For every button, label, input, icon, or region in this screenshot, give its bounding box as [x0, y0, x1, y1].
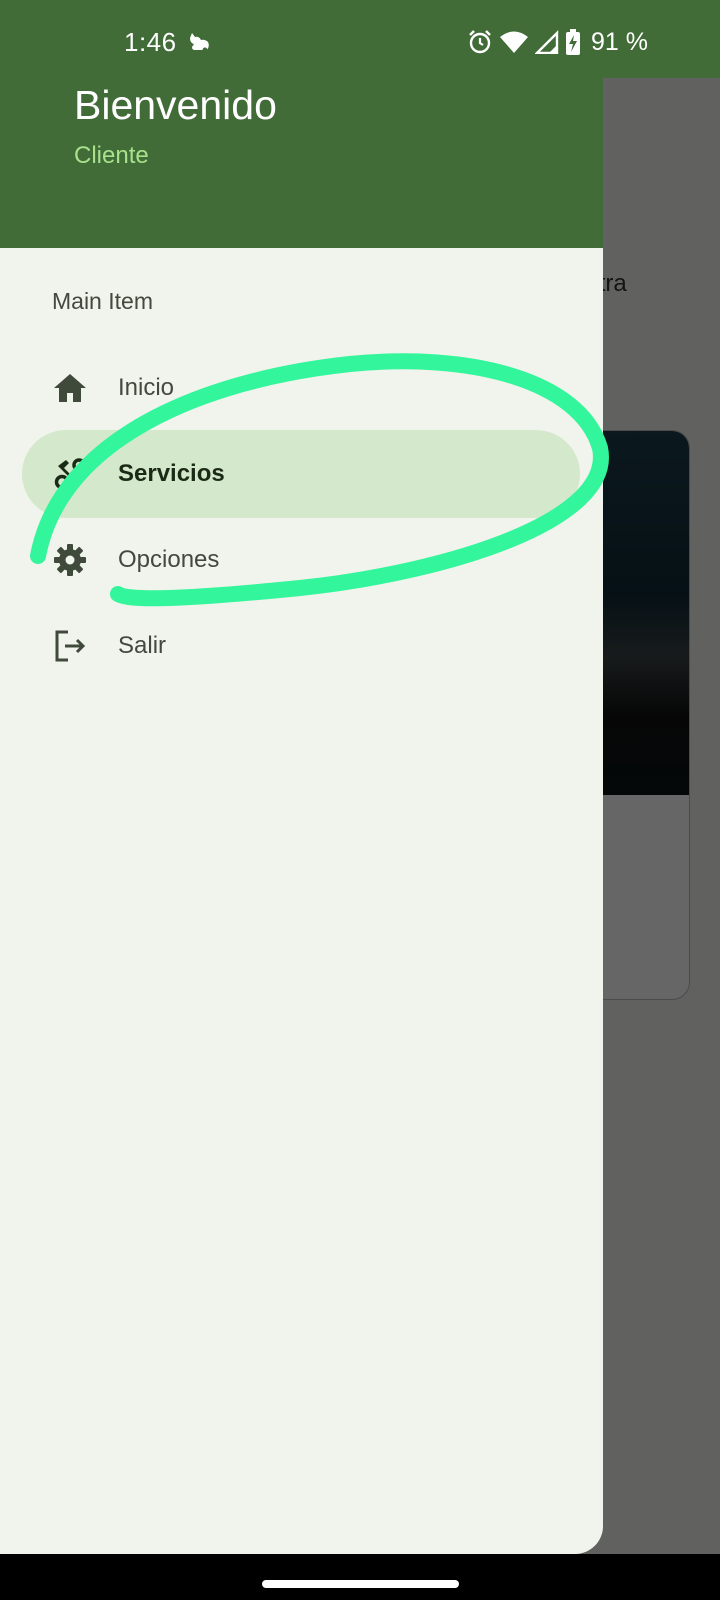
- logout-icon: [55, 630, 86, 662]
- alarm-icon: [469, 30, 491, 54]
- nav-item-servicios[interactable]: Servicios: [22, 430, 580, 518]
- system-navigation-bar: [0, 1554, 720, 1600]
- drawer-subtitle: Cliente: [74, 142, 149, 169]
- drawer-header: Bienvenido Cliente: [0, 78, 603, 248]
- nav-item-label: Servicios: [118, 460, 225, 487]
- status-time: 1:46: [124, 27, 177, 57]
- status-icons: 91 %: [467, 28, 648, 56]
- signal-icon: [535, 30, 559, 54]
- home-gesture-handle[interactable]: [262, 1580, 459, 1588]
- home-icon: [54, 374, 86, 402]
- nav-item-label: Salir: [118, 632, 167, 659]
- nav-item-opciones[interactable]: Opciones: [22, 516, 580, 604]
- nav-item-inicio[interactable]: Inicio: [22, 344, 580, 432]
- nav-item-label: Opciones: [118, 546, 220, 573]
- engineering-icon: [54, 458, 86, 490]
- nav-item-salir[interactable]: Salir: [22, 602, 580, 690]
- wifi-icon: [500, 31, 529, 53]
- navigation-drawer: Bienvenido Cliente Main Item Inicio Serv…: [0, 78, 603, 1554]
- gear-icon: [54, 544, 86, 576]
- drawer-title: Bienvenido: [74, 82, 277, 128]
- screen: uestra s 1:46: [0, 0, 720, 1600]
- status-bar: 1:46 91 %: [0, 0, 720, 78]
- cat-notification-icon: [190, 33, 209, 53]
- battery-charging-icon: [566, 29, 581, 55]
- drawer-section-label: Main Item: [52, 288, 153, 314]
- battery-percentage: 91 %: [591, 27, 648, 56]
- nav-item-label: Inicio: [118, 374, 175, 401]
